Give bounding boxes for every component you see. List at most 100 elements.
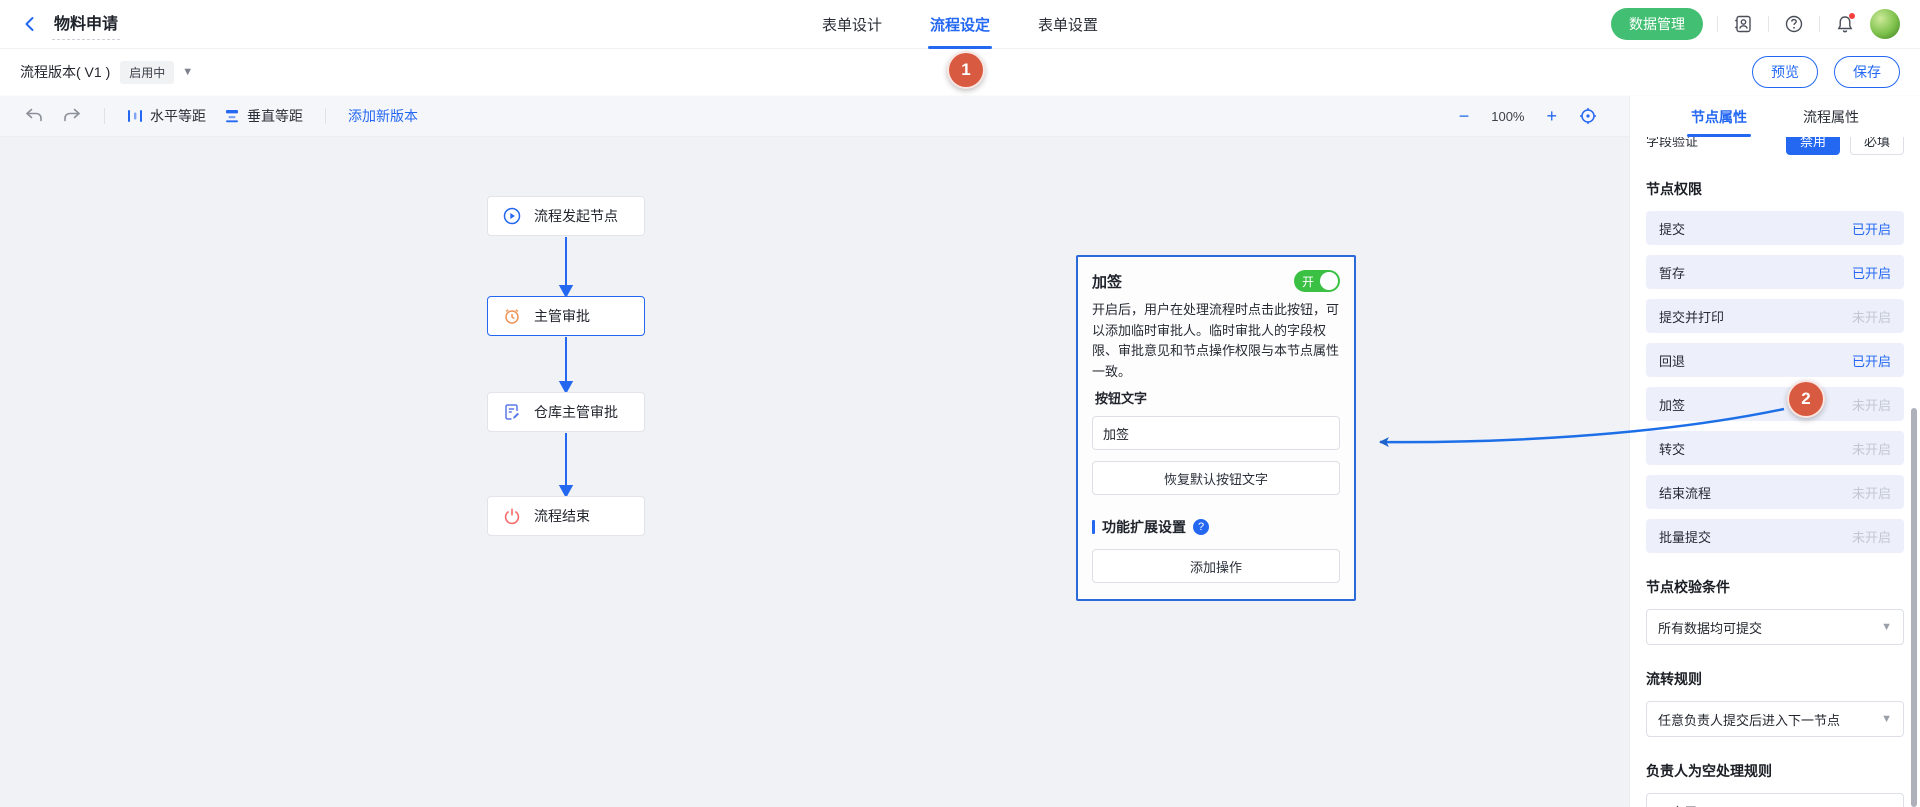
permission-status: 未开启 <box>1852 307 1891 326</box>
permission-status: 未开启 <box>1852 395 1891 414</box>
annotation-badge-2: 2 <box>1787 380 1825 418</box>
node-permissions-title: 节点权限 <box>1646 179 1904 199</box>
header-right: 数据管理 <box>1611 8 1900 40</box>
address-book-icon[interactable] <box>1732 13 1754 35</box>
flow-node-label: 主管审批 <box>534 306 590 326</box>
permission-status: 未开启 <box>1852 527 1891 546</box>
canvas-toolbar: 水平等距 垂直等距 添加新版本 − 100% + <box>0 96 1629 137</box>
top-header: 物料申请 表单设计 流程设定 表单设置 数据管理 <box>0 0 1920 49</box>
tab-form-design[interactable]: 表单设计 <box>822 0 882 49</box>
validation-select[interactable]: 所有数据均可提交 ▼ <box>1646 609 1904 645</box>
toolbar-left-group: 水平等距 垂直等距 添加新版本 <box>24 106 418 126</box>
back-icon[interactable] <box>20 14 40 34</box>
countersign-settings-popup: 加签 开 开启后，用户在处理流程时点击此按钮，可以添加临时审批人。临时审批人的字… <box>1076 255 1356 601</box>
permission-row-submit[interactable]: 提交 已开启 <box>1646 211 1904 245</box>
annotation-badge-1: 1 <box>947 51 985 89</box>
permission-label: 批量提交 <box>1659 527 1711 546</box>
flow-rule-title: 流转规则 <box>1646 669 1904 689</box>
divider <box>1768 16 1769 32</box>
chevron-down-icon[interactable]: ▼ <box>182 66 193 78</box>
undo-icon[interactable] <box>24 106 44 126</box>
flow-node-end[interactable]: 流程结束 <box>487 496 645 536</box>
permission-label: 回退 <box>1659 351 1685 370</box>
field-option-disable[interactable]: 禁用 <box>1786 137 1840 155</box>
divider <box>325 108 326 124</box>
version-status-badge: 启用中 <box>120 61 174 84</box>
sidebar-content: 字段验证 禁用 必填 节点权限 提交 已开启 暂存 已开启 提交并打印 未开启 <box>1630 137 1920 807</box>
permission-label: 提交并打印 <box>1659 307 1724 326</box>
header-left: 物料申请 <box>20 8 120 40</box>
flow-node-start[interactable]: 流程发起节点 <box>487 196 645 236</box>
flow-node-warehouse-approval[interactable]: 仓库主管审批 <box>487 392 645 432</box>
permission-row-transfer[interactable]: 转交 未开启 <box>1646 431 1904 465</box>
notification-dot <box>1849 13 1855 19</box>
extension-title: 功能扩展设置 <box>1102 517 1186 537</box>
popup-title: 加签 <box>1092 271 1122 292</box>
toolbar-zoom-group: − 100% + <box>1459 107 1597 125</box>
preview-button[interactable]: 预览 <box>1752 56 1818 88</box>
flow-node-manager-approval[interactable]: 主管审批 <box>487 296 645 336</box>
flow-node-label: 流程发起节点 <box>534 206 618 226</box>
button-text-label: 按钮文字 <box>1092 388 1340 407</box>
add-version-link[interactable]: 添加新版本 <box>348 106 418 126</box>
permission-row-countersign[interactable]: 加签 未开启 <box>1646 387 1904 421</box>
permission-status: 已开启 <box>1852 351 1891 370</box>
popup-description: 开启后，用户在处理流程时点击此按钮，可以添加临时审批人。临时审批人的字段权限、审… <box>1092 300 1340 382</box>
flow-connectors <box>0 137 1629 807</box>
permission-label: 暂存 <box>1659 263 1685 282</box>
flow-rule-value: 任意负责人提交后进入下一节点 <box>1658 710 1840 729</box>
question-icon[interactable]: ? <box>1193 519 1209 535</box>
horizontal-spacing-button[interactable]: 水平等距 <box>127 106 206 126</box>
notification-bell-icon[interactable] <box>1834 13 1856 35</box>
zoom-in-button[interactable]: + <box>1546 107 1557 125</box>
chevron-down-icon: ▼ <box>1881 713 1892 725</box>
restore-default-button[interactable]: 恢复默认按钮文字 <box>1092 461 1340 495</box>
fit-view-icon[interactable] <box>1579 107 1597 125</box>
permission-status: 未开启 <box>1852 439 1891 458</box>
tab-node-properties[interactable]: 节点属性 <box>1691 96 1747 137</box>
doc-edit-icon <box>503 403 521 421</box>
redo-icon[interactable] <box>62 106 82 126</box>
permission-row-return[interactable]: 回退 已开启 <box>1646 343 1904 377</box>
field-permission-row-clipped: 字段验证 禁用 必填 <box>1646 137 1904 155</box>
permission-row-save-draft[interactable]: 暂存 已开启 <box>1646 255 1904 289</box>
permission-status: 已开启 <box>1852 263 1891 282</box>
divider <box>1819 16 1820 32</box>
header-tabs: 表单设计 流程设定 表单设置 <box>822 0 1098 49</box>
divider <box>1717 16 1718 32</box>
vertical-spacing-button[interactable]: 垂直等距 <box>224 106 303 126</box>
empty-owner-rule-select[interactable]: 不启用 ▼ <box>1646 793 1904 807</box>
flow-canvas[interactable]: 流程发起节点 主管审批 <box>0 137 1629 807</box>
field-option-required[interactable]: 必填 <box>1850 137 1904 155</box>
tab-flow-properties[interactable]: 流程属性 <box>1803 96 1859 137</box>
data-manage-button[interactable]: 数据管理 <box>1611 8 1703 40</box>
avatar[interactable] <box>1870 9 1900 39</box>
vertical-spacing-icon <box>224 108 240 124</box>
permission-row-submit-print[interactable]: 提交并打印 未开启 <box>1646 299 1904 333</box>
tab-form-setting[interactable]: 表单设置 <box>1038 0 1098 49</box>
empty-owner-rule-value: 不启用 <box>1658 802 1697 807</box>
zoom-out-button[interactable]: − <box>1459 107 1470 125</box>
add-action-button[interactable]: 添加操作 <box>1092 549 1340 583</box>
popup-header: 加签 开 <box>1092 270 1340 292</box>
save-button[interactable]: 保存 <box>1834 56 1900 88</box>
properties-sidebar: 节点属性 流程属性 字段验证 禁用 必填 节点权限 提交 已开启 暂存 已开启 <box>1629 96 1920 807</box>
help-icon[interactable] <box>1783 13 1805 35</box>
permission-row-end-flow[interactable]: 结束流程 未开启 <box>1646 475 1904 509</box>
workspace: 水平等距 垂直等距 添加新版本 − 100% + <box>0 96 1920 807</box>
clock-icon <box>503 307 521 325</box>
permission-status: 已开启 <box>1852 219 1891 238</box>
flow-rule-select[interactable]: 任意负责人提交后进入下一节点 ▼ <box>1646 701 1904 737</box>
tab-flow-setting[interactable]: 流程设定 <box>930 0 990 49</box>
validation-value: 所有数据均可提交 <box>1658 618 1762 637</box>
permission-label: 加签 <box>1659 395 1685 414</box>
empty-owner-rule-title: 负责人为空处理规则 <box>1646 761 1904 781</box>
sidebar-scrollbar[interactable] <box>1911 408 1917 807</box>
page-title[interactable]: 物料申请 <box>52 8 120 40</box>
permission-row-batch-submit[interactable]: 批量提交 未开启 <box>1646 519 1904 553</box>
toggle-on-label: 开 <box>1302 273 1314 290</box>
button-text-input[interactable] <box>1092 416 1340 450</box>
chevron-down-icon: ▼ <box>1881 621 1892 633</box>
countersign-toggle[interactable]: 开 <box>1294 270 1340 292</box>
extension-section-header: 功能扩展设置 ? <box>1092 517 1340 537</box>
